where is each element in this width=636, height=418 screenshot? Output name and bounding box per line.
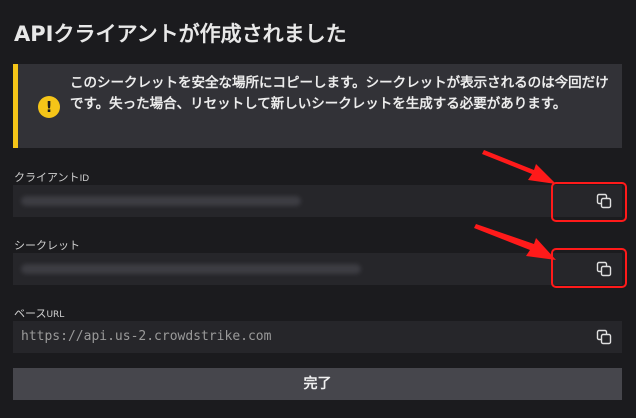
annotation-box — [551, 248, 627, 288]
annotation-arrow-icon — [474, 224, 556, 260]
redacted-value — [21, 196, 301, 206]
redacted-value — [21, 264, 361, 274]
client-id-label-suffix: ID — [79, 174, 90, 184]
copy-icon — [596, 329, 612, 345]
annotation-box — [551, 182, 627, 222]
base-url-field[interactable]: https://api.us-2.crowdstrike.com — [13, 321, 622, 353]
base-url-label-suffix: URL — [46, 310, 65, 320]
exclamation-icon: ! — [38, 96, 60, 118]
client-id-label: クライアントID — [14, 169, 89, 185]
base-url-label: ベースURL — [14, 305, 64, 321]
client-id-label-text: クライアント — [14, 171, 80, 184]
base-url-label-text: ベース — [14, 307, 47, 320]
warning-alert: ! このシークレットを安全な場所にコピーします。シークレットが表示されるのは今回… — [13, 64, 622, 148]
secret-label-text: シークレット — [14, 239, 80, 252]
base-url-value: https://api.us-2.crowdstrike.com — [21, 329, 272, 344]
done-button[interactable]: 完了 — [13, 368, 622, 400]
copy-base-url-button[interactable] — [596, 329, 612, 345]
alert-text: このシークレットを安全な場所にコピーします。シークレットが表示されるのは今回だけ… — [70, 75, 609, 112]
dialog-title: APIクライアントが作成されました — [14, 22, 347, 46]
annotation-arrow-icon — [482, 150, 556, 184]
secret-label: シークレット — [14, 237, 80, 253]
